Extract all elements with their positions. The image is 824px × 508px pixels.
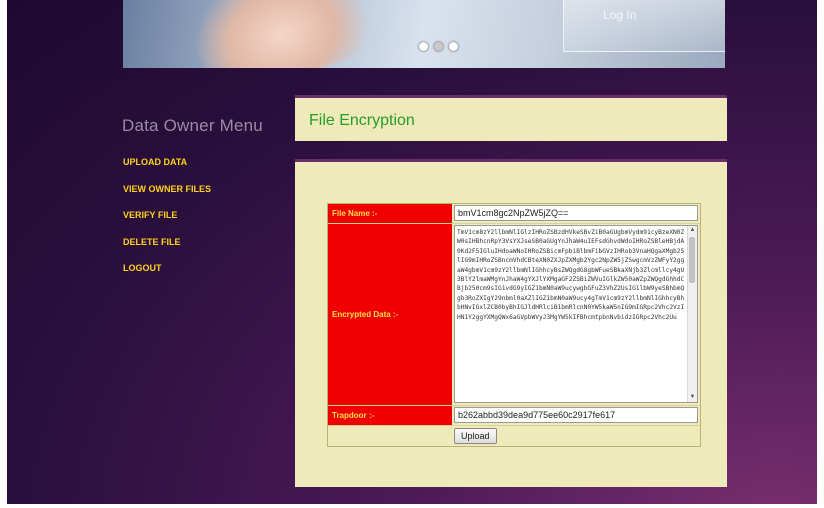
encrypted-data-text: TmV1cm8zY2llbmNlIGlzIHRoZSBzdHVkeSBvZiB0… (457, 229, 685, 321)
slider-dots (419, 42, 458, 51)
trapdoor-label: Trapdoor :- (328, 406, 452, 425)
sidebar-title: Data Owner Menu (122, 116, 263, 135)
slider-dot-1[interactable] (419, 42, 428, 51)
scrollbar-thumb[interactable] (689, 237, 695, 283)
slider-dot-2[interactable] (434, 42, 443, 51)
page-title: File Encryption (309, 112, 415, 129)
menu-item-delete-file[interactable]: DELETE FILE (123, 237, 211, 264)
menu-item-verify-file[interactable]: VERIFY FILE (123, 210, 211, 237)
encrypted-data-row: Encrypted Data :- TmV1cm8zY2llbmNlIGlzIH… (328, 224, 700, 406)
menu-item-logout[interactable]: LOGOUT (123, 263, 211, 290)
sidebar-menu: UPLOAD DATA VIEW OWNER FILES VERIFY FILE… (123, 157, 211, 290)
trapdoor-row: Trapdoor :- b262abbd39dea9d775ee60c2917f… (328, 406, 700, 426)
banner-hand-graphic (179, 0, 377, 68)
scroll-down-icon[interactable]: ▼ (688, 393, 697, 402)
page-background: Log In Data Owner Menu UPLOAD DATA VIEW … (7, 0, 817, 504)
content-panel: File Name :- bmV1cm8gc2NpZW5jZQ== Encryp… (295, 159, 727, 487)
encrypted-data-cell: TmV1cm8zY2llbmNlIGlzIHRoZSBzdHVkeSBvZiB0… (452, 224, 700, 405)
submit-row: Upload (328, 426, 700, 446)
banner-image: Log In (123, 0, 725, 68)
scroll-up-icon[interactable]: ▲ (688, 226, 697, 235)
submit-spacer (328, 426, 452, 446)
submit-cell: Upload (452, 426, 700, 446)
file-name-row: File Name :- bmV1cm8gc2NpZW5jZQ== (328, 204, 700, 224)
trapdoor-cell: b262abbd39dea9d775ee60c2917fe617 (452, 406, 700, 425)
upload-button[interactable]: Upload (454, 428, 497, 444)
encryption-form: File Name :- bmV1cm8gc2NpZW5jZQ== Encryp… (327, 203, 701, 447)
file-name-label: File Name :- (328, 204, 452, 223)
textarea-scrollbar[interactable]: ▲ ▼ (687, 226, 697, 402)
banner-card-graphic (563, 0, 725, 52)
encrypted-data-label: Encrypted Data :- (328, 224, 452, 405)
file-name-input[interactable]: bmV1cm8gc2NpZW5jZQ== (454, 205, 698, 221)
trapdoor-input[interactable]: b262abbd39dea9d775ee60c2917fe617 (454, 407, 698, 423)
encrypted-data-textarea[interactable]: TmV1cm8zY2llbmNlIGlzIHRoZSBzdHVkeSBvZiB0… (454, 225, 698, 403)
menu-item-upload-data[interactable]: UPLOAD DATA (123, 157, 211, 184)
banner-card-text: Log In (603, 8, 637, 22)
menu-item-view-owner-files[interactable]: VIEW OWNER FILES (123, 184, 211, 211)
page-header: File Encryption (295, 95, 727, 141)
slider-dot-3[interactable] (449, 42, 458, 51)
file-name-cell: bmV1cm8gc2NpZW5jZQ== (452, 204, 700, 223)
